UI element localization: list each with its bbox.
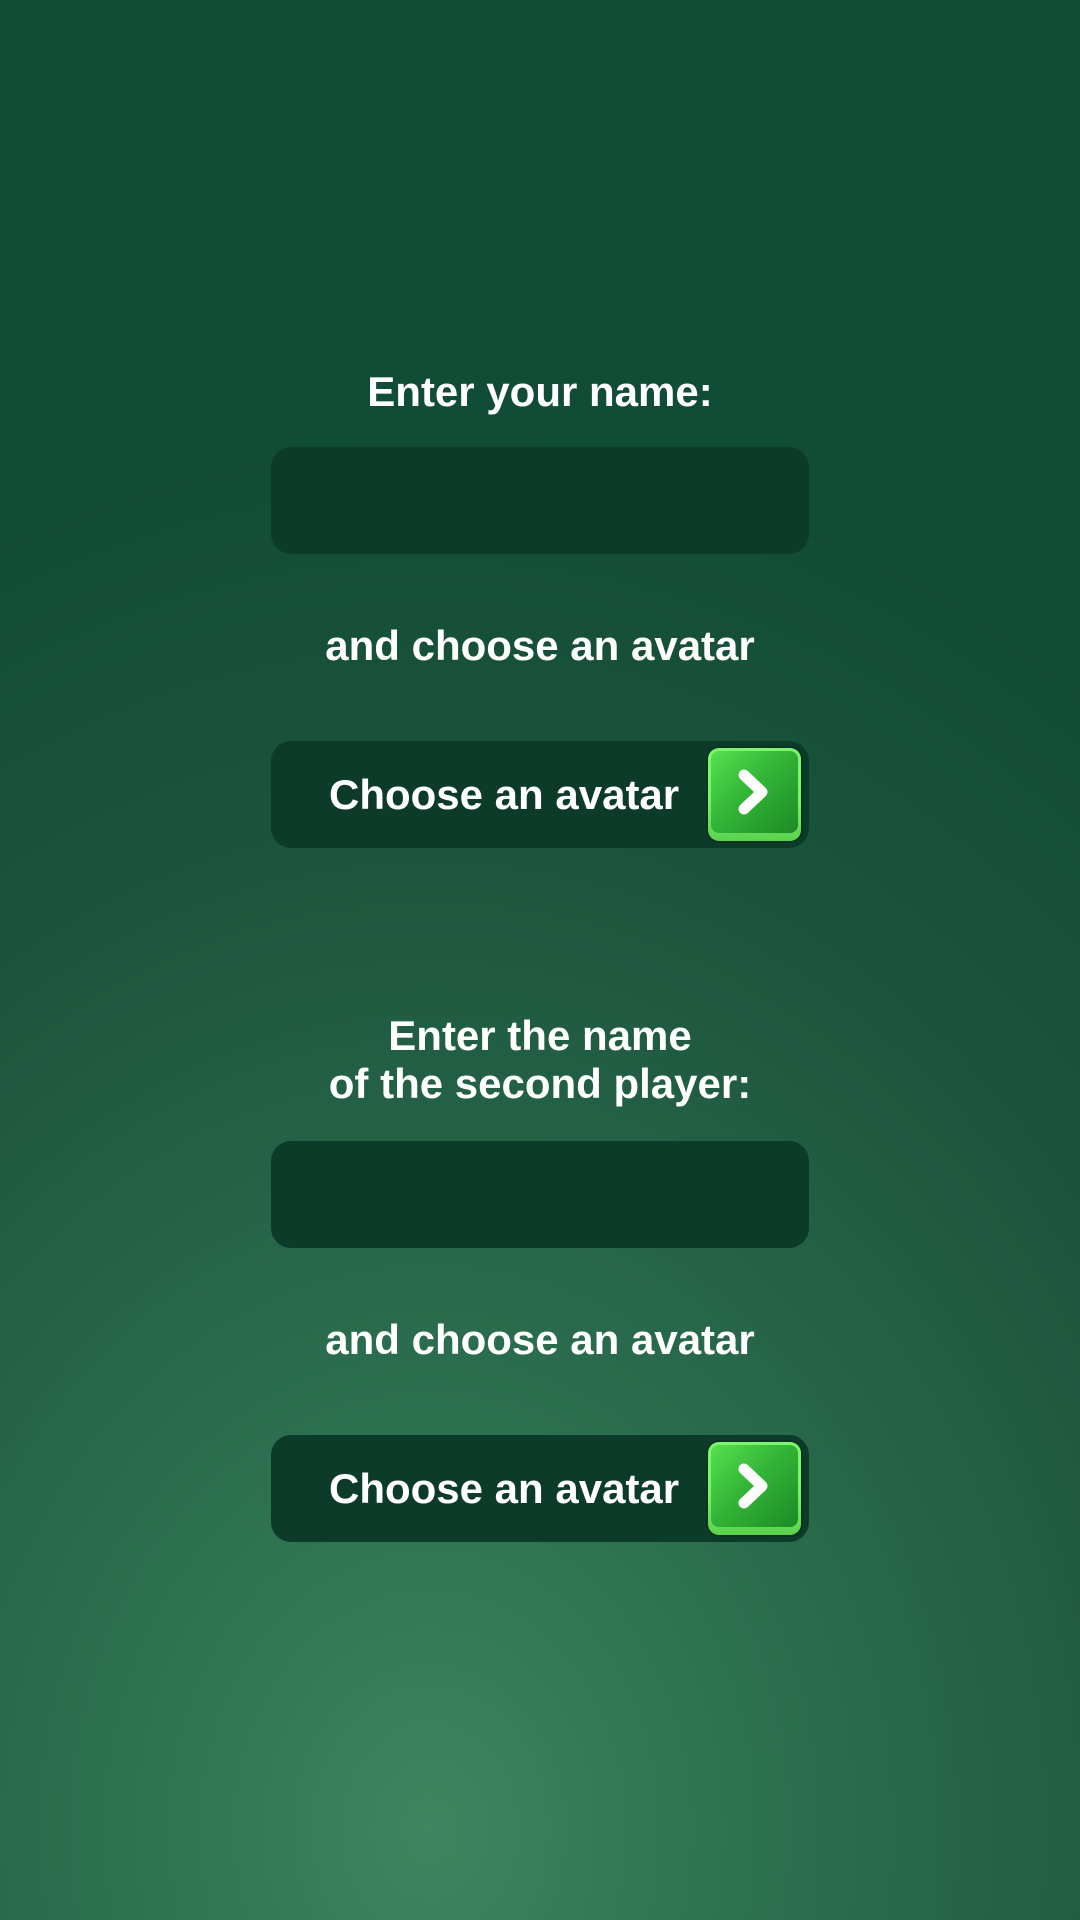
chevron-right-icon	[738, 769, 768, 815]
chevron-right-icon	[738, 1463, 768, 1509]
player2-name-heading-line1: Enter the name	[388, 1012, 692, 1059]
player2-choose-avatar-field[interactable]: Choose an avatar	[271, 1435, 809, 1542]
player1-avatar-subheading: and choose an avatar	[325, 622, 755, 669]
player1-choose-avatar-field[interactable]: Choose an avatar	[271, 741, 809, 848]
player2-choose-avatar-label: Choose an avatar	[329, 1465, 680, 1512]
player2-name-heading: Enter the name of the second player:	[0, 1012, 1080, 1108]
player1-choose-avatar-button[interactable]	[708, 748, 801, 841]
player1-name-input[interactable]	[271, 447, 809, 554]
player1-name-heading: Enter your name:	[367, 368, 713, 415]
player2-choose-avatar-button[interactable]	[708, 1442, 801, 1535]
player1-choose-avatar-label: Choose an avatar	[329, 771, 680, 818]
player2-avatar-subheading: and choose an avatar	[325, 1316, 755, 1363]
player2-name-heading-line2: of the second player:	[328, 1060, 752, 1107]
player2-name-input[interactable]	[271, 1141, 809, 1248]
